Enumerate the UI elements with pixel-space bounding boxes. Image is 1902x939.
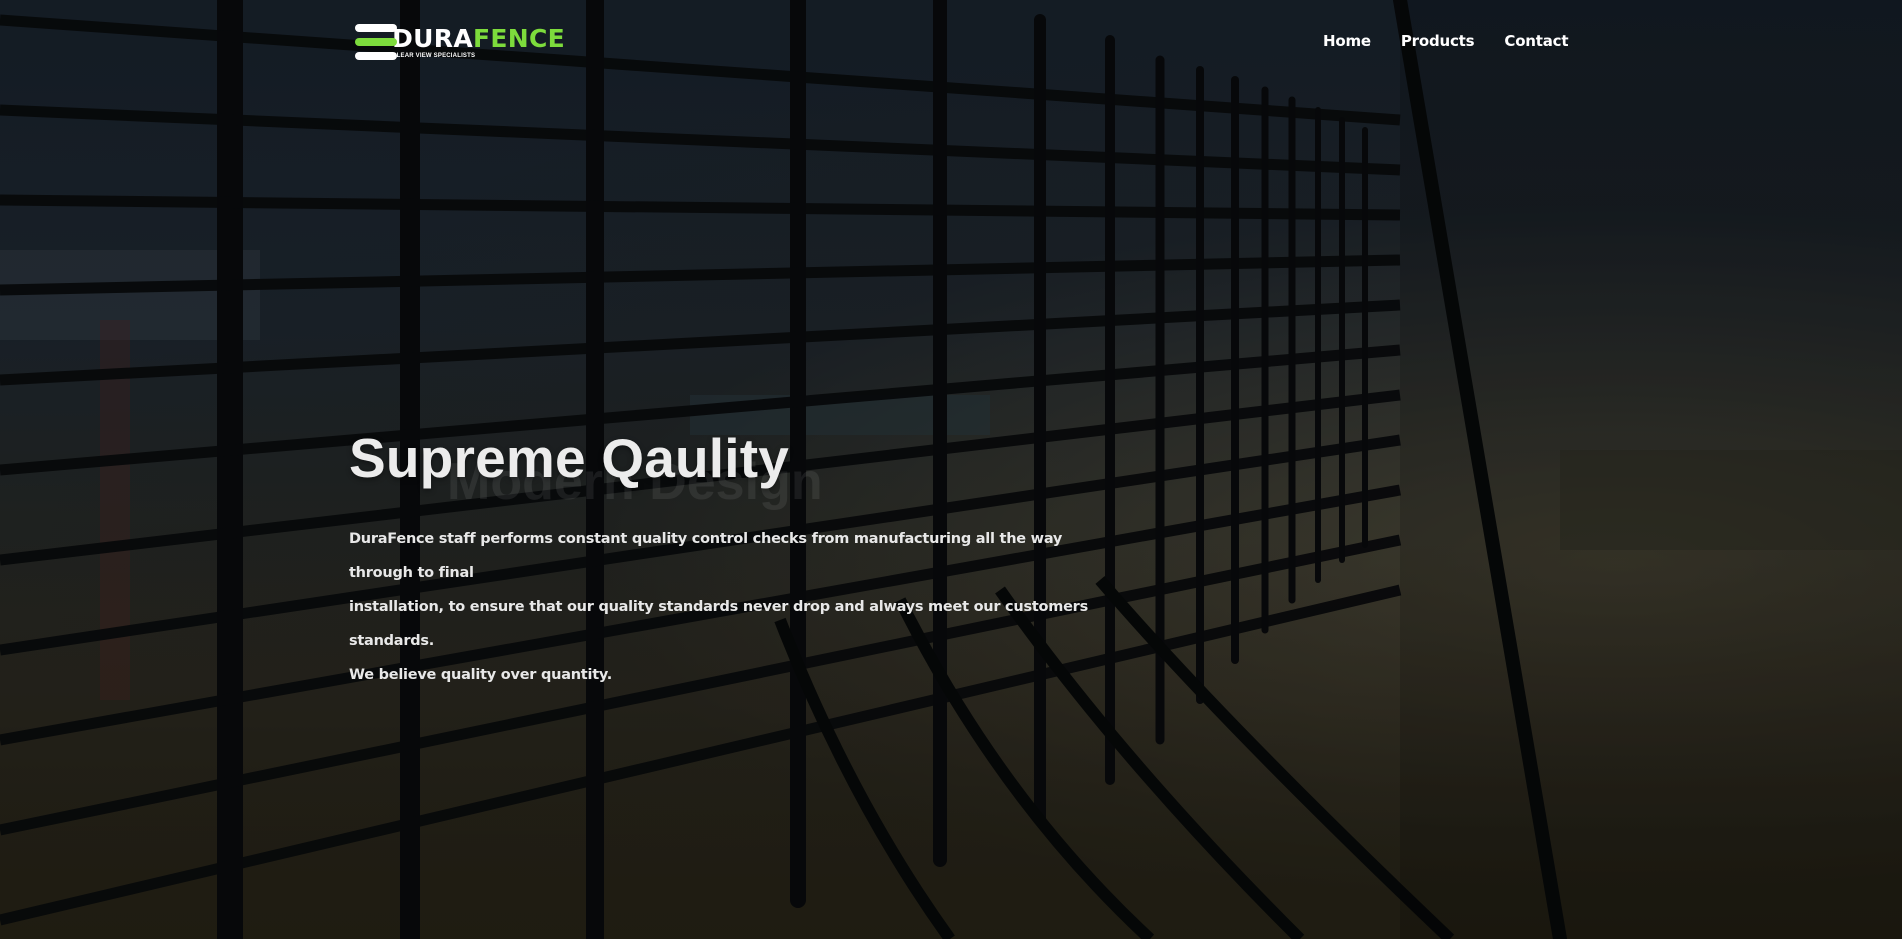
hero-title: Supreme Qaulity — [349, 427, 790, 489]
hero-content: Supreme Qaulity DuraFence staff performs… — [349, 428, 1149, 692]
logo-tagline: CLEAR VIEW SPECIALISTS — [392, 52, 476, 59]
logo-word-dura: DURA — [392, 23, 473, 53]
nav-home-link[interactable]: Home — [1323, 32, 1371, 50]
main-nav: Home Products Contact — [1323, 32, 1598, 50]
hero-paragraph-line: We believe quality over quantity. — [349, 666, 613, 683]
site-header: DURAFENCE CLEAR VIEW SPECIALISTS Home Pr… — [0, 0, 1902, 90]
hero-paragraph: DuraFence staff performs constant qualit… — [349, 522, 1109, 692]
hero-section: DURAFENCE CLEAR VIEW SPECIALISTS Home Pr… — [0, 0, 1902, 939]
logo-stripes-icon — [355, 23, 397, 61]
hero-paragraph-line: DuraFence staff performs constant qualit… — [349, 530, 1063, 581]
nav-products-link[interactable]: Products — [1401, 32, 1475, 50]
nav-contact-link[interactable]: Contact — [1504, 32, 1568, 50]
hero-paragraph-line: installation, to ensure that our quality… — [349, 598, 1088, 649]
logo-word-fence: FENCE — [472, 23, 565, 53]
logo-wordmark: DURAFENCE — [392, 26, 565, 51]
durafence-logo[interactable]: DURAFENCE CLEAR VIEW SPECIALISTS — [355, 22, 565, 62]
logo-text: DURAFENCE CLEAR VIEW SPECIALISTS — [392, 26, 565, 59]
